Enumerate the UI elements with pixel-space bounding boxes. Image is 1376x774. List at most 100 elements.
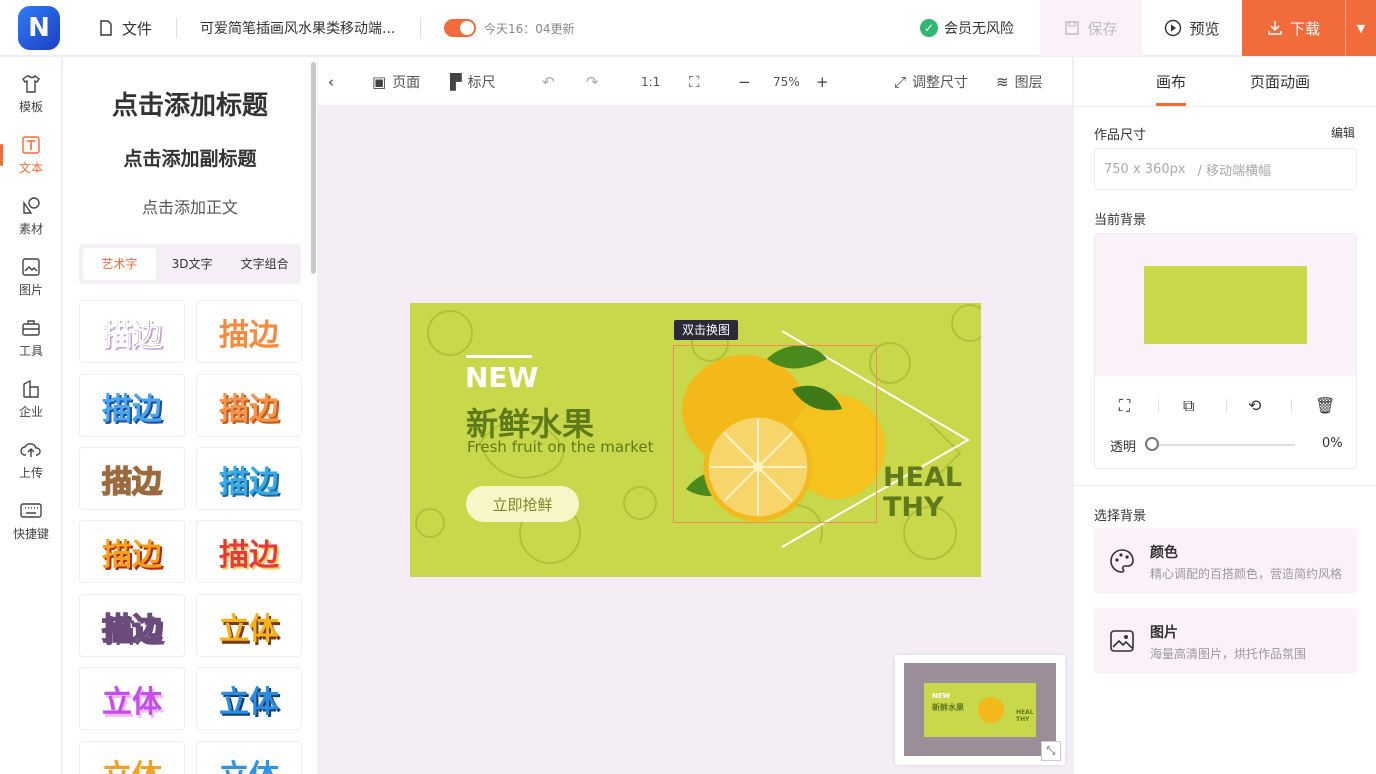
tab-text-combo[interactable]: 文字组合 (228, 248, 301, 280)
art-text-tile[interactable]: 立体 (196, 667, 302, 730)
opacity-slider-track[interactable] (1152, 444, 1295, 446)
divider (1226, 399, 1227, 413)
app-logo[interactable]: N (18, 6, 60, 50)
page-button[interactable]: ▣ 页面 (372, 57, 420, 106)
minimap[interactable]: NEW 新鲜水果 HEAL THY ⤡ (895, 655, 1065, 765)
art-text-tile[interactable]: 描边 (79, 300, 185, 363)
save-button[interactable]: 保存 (1040, 0, 1142, 56)
toolbox-icon (20, 317, 42, 339)
canvas-toolbar: ‹ ▣ 页面 ▛ 标尺 ↶ ↷ 1:1 ⛶ − 75% + ⤢ 调整尺寸 ≋ 图层 (318, 57, 1072, 106)
art-text-tile[interactable]: 立体 (196, 741, 302, 774)
minimap-new: NEW (932, 692, 951, 700)
divider (1074, 485, 1376, 486)
undo-button[interactable]: ↶ (542, 57, 561, 106)
opacity-label: 透明 (1110, 440, 1137, 455)
art-text-tile[interactable]: 描边 (79, 520, 185, 583)
doc-title[interactable]: 可爱简笔插画风水果类移动端... (200, 0, 395, 56)
image-icon (1110, 630, 1134, 652)
preview-button[interactable]: 预览 (1142, 0, 1242, 56)
right-panel: 画布 页面动画 作品尺寸 编辑 750 x 360px / 移动端横幅 当前背景… (1073, 57, 1376, 774)
new-underline (466, 355, 532, 358)
add-title-button[interactable]: 点击添加标题 (63, 85, 317, 122)
bg-option-image[interactable]: 图片 海量高清图片，烘托作品氛围 (1094, 608, 1357, 674)
plus-icon: + (816, 72, 829, 91)
replace-icon[interactable]: ⟲ (1248, 396, 1261, 415)
download-button[interactable]: 下载 ▼ (1242, 0, 1376, 56)
trash-icon[interactable]: 🗑 (1315, 396, 1335, 415)
nav-item-template[interactable]: 模板 (0, 65, 62, 123)
replace-image-tooltip: 双击换图 (674, 320, 739, 340)
text-style-tabs: 艺术字 3D文字 文字组合 (79, 244, 301, 284)
resize-button[interactable]: ⤢ 调整尺寸 (894, 57, 968, 106)
play-icon (1165, 19, 1182, 37)
art-text-tile[interactable]: 描边 (196, 300, 302, 363)
edit-size-link[interactable]: 编辑 (1331, 124, 1355, 141)
nav-item-image[interactable]: 图片 (0, 248, 62, 306)
ruler-button[interactable]: ▛ 标尺 (450, 57, 496, 106)
divider (176, 18, 177, 38)
ratio-button[interactable]: 1:1 (641, 57, 660, 106)
save-icon (1065, 21, 1080, 35)
art-text-tile[interactable]: 描边 (79, 374, 185, 437)
tab-art-text[interactable]: 艺术字 (83, 248, 156, 280)
art-text-tile[interactable]: 立体 (196, 594, 302, 657)
divider (1158, 399, 1159, 413)
add-subtitle-button[interactable]: 点击添加副标题 (63, 144, 317, 171)
art-text-tile[interactable]: 描边 (79, 594, 185, 657)
divider (1291, 399, 1292, 413)
redo-icon: ↷ (586, 72, 599, 91)
art-text-tile[interactable]: 描边 (79, 447, 185, 510)
nav-item-text[interactable]: 文本 (0, 126, 62, 184)
art-text-tile[interactable]: 描边 (196, 520, 302, 583)
bg-option-color[interactable]: 颜色 精心调配的百搭颜色，营造简约风格 (1094, 528, 1357, 594)
redo-button[interactable]: ↷ (586, 57, 605, 106)
opacity-value: 0% (1322, 436, 1343, 451)
palette-icon (1110, 549, 1134, 573)
selection-box[interactable] (673, 345, 877, 523)
nav-item-tools[interactable]: 工具 (0, 309, 62, 367)
divider (420, 18, 421, 38)
fullscreen-icon[interactable]: ⛶ (1119, 396, 1130, 416)
download-icon (1268, 21, 1282, 35)
tab-3d-text[interactable]: 3D文字 (156, 248, 229, 280)
nav-item-material[interactable]: 素材 (0, 187, 62, 245)
minimap-lemon (978, 697, 1004, 723)
file-menu[interactable]: 文件 (98, 0, 152, 56)
text-icon (20, 134, 42, 156)
zoom-in-button[interactable]: + (816, 57, 835, 106)
current-bg-label: 当前背景 (1094, 213, 1147, 228)
panel-scrollbar[interactable] (311, 62, 316, 274)
nav-item-upload[interactable]: 上传 (0, 431, 62, 489)
bg-thumbnail[interactable] (1144, 266, 1307, 344)
download-main[interactable]: 下载 (1242, 0, 1346, 56)
autosave-status: 今天16：04更新 (444, 0, 575, 56)
member-safe-badge[interactable]: ✓ 会员无风险 (920, 0, 1014, 56)
tab-canvas[interactable]: 画布 (1156, 57, 1187, 106)
nav-item-shortcuts[interactable]: 快捷键 (0, 492, 62, 550)
art-text-tile[interactable]: 立体 (79, 667, 185, 730)
autosave-toggle[interactable] (444, 19, 476, 37)
cta-button[interactable]: 立即抢鲜 (466, 486, 579, 522)
zoom-level[interactable]: 75% (773, 57, 800, 106)
collapse-panel-button[interactable]: ‹ (328, 57, 340, 106)
shapes-icon (20, 195, 42, 217)
layers-button[interactable]: ≋ 图层 (996, 57, 1043, 106)
add-body-button[interactable]: 点击添加正文 (63, 194, 317, 218)
minimap-toggle-icon[interactable]: ⤡ (1041, 741, 1061, 761)
art-text-tile[interactable]: 立体 (79, 741, 185, 774)
tab-page-animation[interactable]: 页面动画 (1250, 57, 1310, 106)
art-text-tile[interactable]: 描边 (196, 374, 302, 437)
current-bg-card: ⛶ ⧉ ⟲ 🗑 透明 0% (1094, 233, 1357, 469)
fit-screen-button[interactable]: ⛶ (689, 57, 706, 106)
art-text-tile[interactable]: 描边 (196, 447, 302, 510)
opacity-slider-handle[interactable] (1145, 437, 1159, 451)
flip-icon[interactable]: ⧉ (1183, 396, 1194, 416)
undo-icon: ↶ (542, 72, 555, 91)
zoom-out-button[interactable]: − (738, 57, 757, 106)
nav-item-enterprise[interactable]: 企业 (0, 370, 62, 428)
ruler-icon: ▛ (450, 72, 462, 91)
resize-icon: ⤢ (894, 72, 907, 91)
minimap-title: 新鲜水果 (932, 703, 964, 712)
chevron-down-icon[interactable]: ▼ (1346, 22, 1376, 35)
file-icon (100, 20, 112, 36)
